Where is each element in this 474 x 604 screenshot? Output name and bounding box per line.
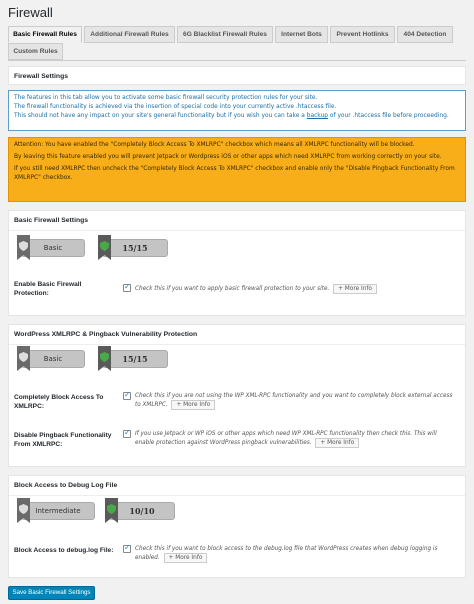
warning-paragraph-1: Attention: You have enabled the "Complet… [14, 142, 415, 148]
security-level-badge: Basic [17, 235, 87, 260]
firewall-settings-card: Firewall Settings [8, 66, 466, 85]
plus-icon: + [320, 440, 326, 446]
tab-internet-bots[interactable]: Internet Bots [275, 26, 328, 43]
more-info-button[interactable]: + More Info [163, 553, 208, 563]
disable-pingback-checkbox[interactable] [123, 428, 131, 438]
more-info-button[interactable]: + More Info [171, 400, 216, 410]
more-info-label: More Info [175, 555, 203, 561]
info-notice: The features in this tab allow you to ac… [8, 90, 466, 131]
tab-basic-firewall-rules[interactable]: Basic Firewall Rules [8, 26, 82, 43]
security-level-badge: Basic [17, 346, 87, 371]
basic-firewall-title: Basic Firewall Settings [9, 211, 465, 231]
tab-additional-firewall-rules[interactable]: Additional Firewall Rules [84, 26, 175, 43]
tab-custom-rules[interactable]: Custom Rules [8, 43, 63, 60]
info-line-2: The firewall functionality is achieved v… [14, 104, 337, 110]
enable-basic-firewall-label: Enable Basic Firewall Protection: [14, 281, 82, 297]
block-xmlrpc-checkbox[interactable] [123, 390, 131, 400]
points-score: 10/10 [109, 502, 175, 520]
tab-404-detection[interactable]: 404 Detection [397, 26, 453, 43]
security-level-label: Intermediate [21, 502, 95, 520]
more-info-label: More Info [183, 402, 211, 408]
security-level-badge: Intermediate [17, 498, 97, 523]
block-xmlrpc-desc: Check this if you are not using the WP X… [135, 392, 455, 410]
plus-icon: + [176, 402, 182, 408]
enable-basic-firewall-desc-text: Check this if you want to apply basic fi… [135, 286, 330, 292]
points-score: 15/15 [102, 239, 168, 257]
security-level-label: Basic [21, 350, 85, 368]
warning-paragraph-3: If you still need XMLRPC then uncheck th… [14, 166, 455, 181]
more-info-label: More Info [344, 286, 372, 292]
tabs-divider [8, 60, 466, 61]
warning-paragraph-2: By leaving this feature enabled you will… [14, 154, 442, 160]
info-line-3: This should not have any impact on your … [14, 112, 460, 121]
enable-basic-firewall-desc: Check this if you want to apply basic fi… [135, 284, 455, 294]
tab-6g-blacklist-firewall-rules[interactable]: 6G Blacklist Firewall Rules [177, 26, 273, 43]
info-line-1: The features in this tab allow you to ac… [14, 95, 318, 101]
block-debug-log-desc: Check this if you want to block access t… [135, 545, 455, 563]
basic-firewall-card: Basic Firewall Settings Basic 15/15 Enab… [8, 210, 466, 316]
block-xmlrpc-label: Completely Block Access To XMLRPC: [14, 394, 104, 410]
points-score: 15/15 [102, 350, 168, 368]
block-debug-log-label: Block Access to debug.log File: [14, 547, 114, 554]
disable-pingback-desc: If you use Jetpack or WP iOS or other ap… [135, 430, 455, 448]
more-info-label: More Info [327, 440, 355, 446]
info-line-3-text: This should not have any impact on your … [14, 113, 307, 119]
debug-log-card: Block Access to Debug Log File Intermedi… [8, 475, 466, 578]
tab-prevent-hotlinks[interactable]: Prevent Hotlinks [330, 26, 395, 43]
points-badge: 15/15 [98, 235, 168, 260]
firewall-settings-title: Firewall Settings [14, 73, 69, 80]
points-badge: 15/15 [98, 346, 168, 371]
xmlrpc-protection-title: WordPress XMLRPC & Pingback Vulnerabilit… [9, 325, 465, 345]
block-debug-log-checkbox[interactable] [123, 543, 131, 553]
more-info-button[interactable]: + More Info [333, 284, 377, 294]
save-basic-firewall-settings-button[interactable]: Save Basic Firewall Settings [8, 586, 95, 600]
more-info-button[interactable]: + More Info [315, 438, 360, 448]
enable-basic-firewall-checkbox[interactable] [123, 282, 131, 292]
xmlrpc-protection-card: WordPress XMLRPC & Pingback Vulnerabilit… [8, 324, 466, 467]
security-level-label: Basic [21, 239, 85, 257]
plus-icon: + [168, 555, 174, 561]
points-badge: 10/10 [105, 498, 175, 523]
debug-log-title: Block Access to Debug Log File [9, 476, 465, 496]
page-title: Firewall [8, 5, 53, 20]
disable-pingback-desc-text: If you use Jetpack or WP iOS or other ap… [135, 431, 437, 446]
disable-pingback-label: Disable Pingback Functionality From XMLR… [14, 432, 112, 448]
backup-link[interactable]: backup [307, 113, 328, 119]
info-line-3-end: of your .htaccess file before proceeding… [328, 113, 449, 119]
xmlrpc-warning-notice: Attention: You have enabled the "Complet… [8, 137, 466, 202]
plus-icon: + [338, 286, 343, 292]
